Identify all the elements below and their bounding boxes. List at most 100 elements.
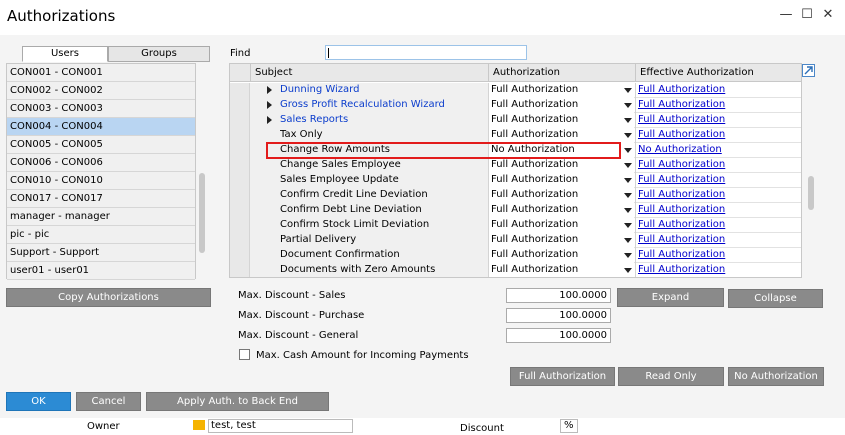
owner-field[interactable]: test, test bbox=[208, 419, 353, 433]
effective-authorization-link[interactable]: Full Authorization bbox=[635, 158, 801, 173]
max-discount-purchase-field[interactable]: 100.0000 bbox=[506, 308, 611, 323]
list-item[interactable]: CON001 - CON001 bbox=[7, 64, 195, 82]
dropdown-arrow-icon[interactable] bbox=[624, 223, 632, 228]
effective-authorization-link[interactable]: Full Authorization bbox=[635, 83, 801, 98]
list-item[interactable]: CON003 - CON003 bbox=[7, 100, 195, 118]
authorization-dropdown[interactable]: Full Authorization bbox=[488, 158, 634, 173]
table-row[interactable]: Confirm Stock Limit Deviation Full Author… bbox=[230, 218, 801, 233]
row-selector[interactable] bbox=[230, 263, 250, 277]
table-row[interactable]: Gross Profit Recalculation Wizard Full Au… bbox=[230, 98, 801, 113]
row-selector[interactable] bbox=[230, 203, 250, 218]
list-item[interactable]: user01 - user01 bbox=[7, 262, 195, 280]
row-selector[interactable] bbox=[230, 233, 250, 248]
list-item[interactable]: CON005 - CON005 bbox=[7, 136, 195, 154]
minimize-icon[interactable]: — bbox=[778, 7, 794, 22]
dropdown-arrow-icon[interactable] bbox=[624, 178, 632, 183]
header-subject[interactable]: Subject bbox=[250, 64, 488, 82]
table-row[interactable]: Change Sales Employee Full Authorization F… bbox=[230, 158, 801, 173]
table-row[interactable]: Partial Delivery Full Authorization Full A… bbox=[230, 233, 801, 248]
expand-triangle-icon[interactable] bbox=[267, 101, 272, 109]
close-icon[interactable]: ✕ bbox=[820, 7, 836, 22]
table-row[interactable]: Documents with Zero Amounts Full Authoriz… bbox=[230, 263, 801, 277]
row-selector[interactable] bbox=[230, 128, 250, 143]
dropdown-arrow-icon[interactable] bbox=[624, 253, 632, 258]
effective-authorization-link[interactable]: Full Authorization bbox=[635, 188, 801, 203]
authorization-dropdown[interactable]: Full Authorization bbox=[488, 218, 634, 233]
header-effective-authorization[interactable]: Effective Authorization bbox=[635, 64, 801, 82]
effective-authorization-link[interactable]: Full Authorization bbox=[635, 128, 801, 143]
header-authorization[interactable]: Authorization bbox=[488, 64, 635, 82]
list-item[interactable]: CON010 - CON010 bbox=[7, 172, 195, 190]
effective-authorization-link[interactable]: Full Authorization bbox=[635, 233, 801, 248]
row-selector[interactable] bbox=[230, 83, 250, 98]
read-only-button[interactable]: Read Only bbox=[618, 367, 724, 386]
expand-grid-icon[interactable] bbox=[802, 64, 815, 77]
effective-authorization-link[interactable]: No Authorization bbox=[635, 143, 801, 158]
table-row[interactable]: Dunning Wizard Full Authorization Full Aut… bbox=[230, 83, 801, 98]
authorization-dropdown[interactable]: Full Authorization bbox=[488, 248, 634, 263]
list-item[interactable]: pic - pic bbox=[7, 226, 195, 244]
list-item-selected[interactable]: CON004 - CON004 bbox=[7, 118, 195, 136]
effective-authorization-link[interactable]: Full Authorization bbox=[635, 248, 801, 263]
row-selector[interactable] bbox=[230, 143, 250, 158]
list-item[interactable]: CON017 - CON017 bbox=[7, 190, 195, 208]
authorization-dropdown[interactable]: Full Authorization bbox=[488, 83, 634, 98]
effective-authorization-link[interactable]: Full Authorization bbox=[635, 203, 801, 218]
table-row[interactable]: Confirm Debt Line Deviation Full Authoriz… bbox=[230, 203, 801, 218]
maximize-icon[interactable]: ☐ bbox=[799, 7, 815, 22]
dropdown-arrow-icon[interactable] bbox=[624, 103, 632, 108]
tab-users[interactable]: Users bbox=[22, 46, 108, 62]
find-input[interactable] bbox=[325, 45, 527, 60]
no-authorization-button[interactable]: No Authorization bbox=[728, 367, 824, 386]
authorization-dropdown[interactable]: Full Authorization bbox=[488, 98, 634, 113]
grid-scrollbar[interactable] bbox=[808, 176, 814, 210]
dropdown-arrow-icon[interactable] bbox=[624, 163, 632, 168]
dropdown-arrow-icon[interactable] bbox=[624, 88, 632, 93]
cancel-button[interactable]: Cancel bbox=[76, 392, 141, 411]
effective-authorization-link[interactable]: Full Authorization bbox=[635, 218, 801, 233]
authorization-dropdown[interactable]: Full Authorization bbox=[488, 203, 634, 218]
expand-triangle-icon[interactable] bbox=[267, 116, 272, 124]
authorization-dropdown[interactable]: Full Authorization bbox=[488, 173, 634, 188]
dropdown-arrow-icon[interactable] bbox=[624, 133, 632, 138]
table-row[interactable]: Document Confirmation Full Authorization F… bbox=[230, 248, 801, 263]
users-scrollbar[interactable] bbox=[199, 173, 205, 253]
list-item[interactable]: manager - manager bbox=[7, 208, 195, 226]
authorization-dropdown[interactable]: Full Authorization bbox=[488, 113, 634, 128]
collapse-button[interactable]: Collapse bbox=[728, 289, 823, 308]
list-item[interactable]: CON006 - CON006 bbox=[7, 154, 195, 172]
table-row[interactable]: Sales Reports Full Authorization Full Auth… bbox=[230, 113, 801, 128]
list-item[interactable]: Support - Support bbox=[7, 244, 195, 262]
cash-amount-checkbox[interactable] bbox=[239, 349, 250, 360]
dropdown-arrow-icon[interactable] bbox=[624, 148, 632, 153]
effective-authorization-link[interactable]: Full Authorization bbox=[635, 98, 801, 113]
copy-authorizations-button[interactable]: Copy Authorizations bbox=[6, 288, 211, 307]
row-selector[interactable] bbox=[230, 98, 250, 113]
dropdown-arrow-icon[interactable] bbox=[624, 208, 632, 213]
dropdown-arrow-icon[interactable] bbox=[624, 193, 632, 198]
effective-authorization-link[interactable]: Full Authorization bbox=[635, 263, 801, 277]
effective-authorization-link[interactable]: Full Authorization bbox=[635, 113, 801, 128]
expand-button[interactable]: Expand bbox=[617, 288, 724, 307]
expand-triangle-icon[interactable] bbox=[267, 86, 272, 94]
tab-groups[interactable]: Groups bbox=[108, 46, 210, 62]
authorization-dropdown[interactable]: Full Authorization bbox=[488, 128, 634, 143]
max-discount-sales-field[interactable]: 100.0000 bbox=[506, 288, 611, 303]
table-row[interactable]: Tax Only Full Authorization Full Authoriza… bbox=[230, 128, 801, 143]
row-selector[interactable] bbox=[230, 218, 250, 233]
row-selector[interactable] bbox=[230, 248, 250, 263]
dropdown-arrow-icon[interactable] bbox=[624, 268, 632, 273]
authorization-dropdown[interactable]: Full Authorization bbox=[488, 233, 634, 248]
table-row[interactable]: Sales Employee Update Full Authorization F… bbox=[230, 173, 801, 188]
authorization-dropdown[interactable]: Full Authorization bbox=[488, 263, 634, 277]
full-authorization-button[interactable]: Full Authorization bbox=[510, 367, 615, 386]
apply-auth-back-end-button[interactable]: Apply Auth. to Back End bbox=[146, 392, 329, 411]
row-selector[interactable] bbox=[230, 173, 250, 188]
row-selector[interactable] bbox=[230, 113, 250, 128]
row-selector[interactable] bbox=[230, 158, 250, 173]
table-row[interactable]: Confirm Credit Line Deviation Full Author… bbox=[230, 188, 801, 203]
effective-authorization-link[interactable]: Full Authorization bbox=[635, 173, 801, 188]
dropdown-arrow-icon[interactable] bbox=[624, 238, 632, 243]
row-selector[interactable] bbox=[230, 188, 250, 203]
max-discount-general-field[interactable]: 100.0000 bbox=[506, 328, 611, 343]
